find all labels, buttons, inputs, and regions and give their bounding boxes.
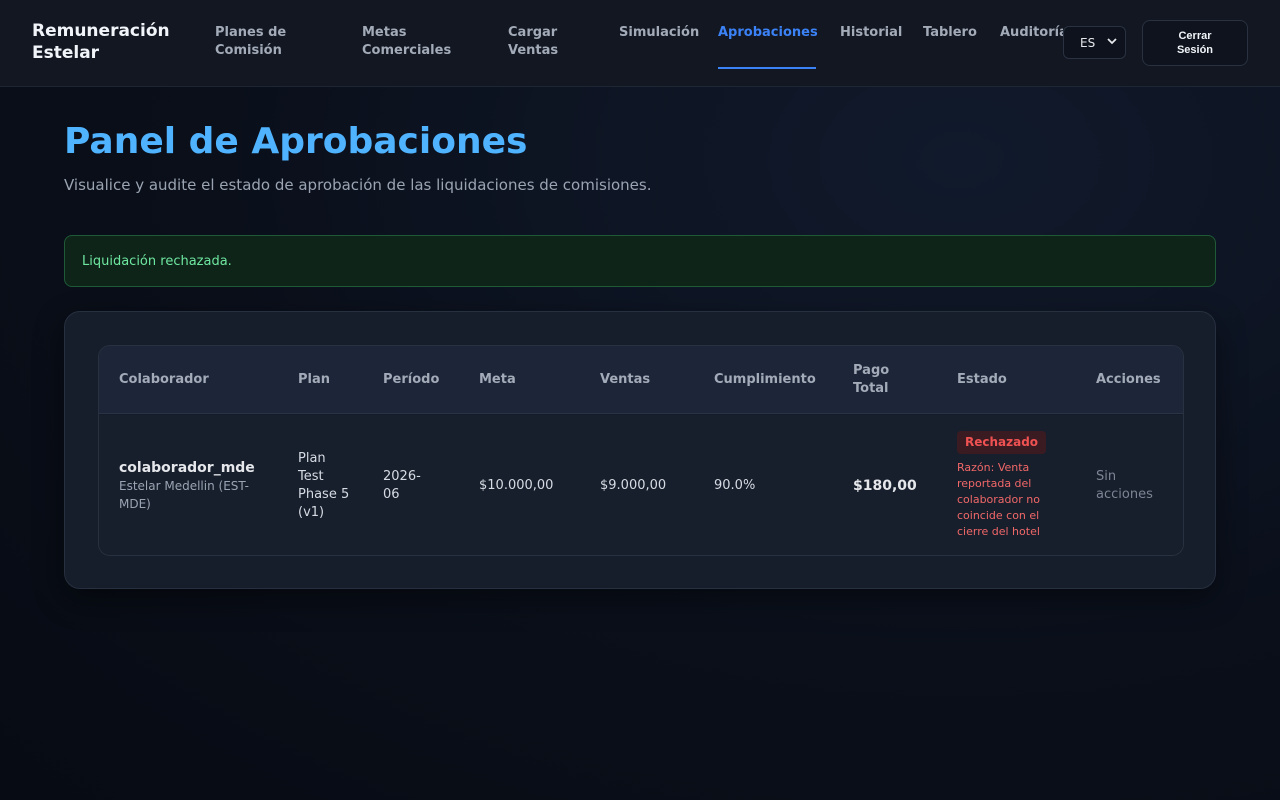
nav-item-simulacion[interactable]: Simulación [619,24,699,42]
page-title: Panel de Aprobaciones [64,121,528,162]
alert-message: Liquidación rechazada. [82,253,232,269]
nav-item-planes-comision[interactable]: Planes de Comisión [215,24,325,60]
nav-item-tablero[interactable]: Tablero [923,24,977,42]
header-attainment: Cumplimiento [714,372,816,387]
status-badge: Rechazado [957,431,1047,454]
approvals-table: Colaborador Plan Período Meta Ventas Cum… [98,345,1184,556]
table-header-row: Colaborador Plan Período Meta Ventas Cum… [99,346,1183,414]
collaborator-hotel: Estelar Medellin (EST-MDE) [119,479,249,511]
header-plan: Plan [298,372,331,387]
chevron-down-icon [1107,37,1117,48]
cell-target: $10.000,00 [479,478,554,493]
top-navbar: Remuneración Estelar Planes de Comisión … [0,0,1280,87]
table-row: colaborador_mde Estelar Medellin (EST-MD… [99,415,1183,555]
header-actions: Acciones [1096,372,1161,387]
language-select-value: ES [1080,35,1096,50]
logout-button[interactable]: Cerrar Sesión [1142,20,1248,66]
cell-actions: Sin acciones [1096,469,1153,502]
rejection-reason: Razón: Venta reportada del colaborador n… [957,461,1040,538]
header-payout: Pago Total [853,363,890,396]
header-period: Período [383,372,440,387]
nav-item-auditoria[interactable]: Auditoría [1000,24,1063,42]
approvals-card: Colaborador Plan Período Meta Ventas Cum… [64,311,1216,589]
cell-attainment: 90.0% [714,478,756,493]
header-status: Estado [957,372,1007,387]
active-nav-indicator [718,67,816,69]
header-target: Meta [479,372,516,387]
nav-item-metas-comerciales[interactable]: Metas Comerciales [362,24,462,60]
collaborator-username: colaborador_mde [119,460,255,476]
cell-plan: Plan Test Phase 5 (v1) [298,451,350,520]
cell-sales: $9.000,00 [600,478,667,493]
success-alert: Liquidación rechazada. [64,235,1216,287]
nav-item-aprobaciones[interactable]: Aprobaciones [718,24,818,42]
page-subtitle: Visualice y audite el estado de aprobaci… [64,176,652,194]
nav-item-historial[interactable]: Historial [840,24,902,42]
header-sales: Ventas [600,372,651,387]
header-collaborator: Colaborador [119,372,209,387]
language-select[interactable]: ES [1063,26,1126,59]
cell-collaborator: colaborador_mde Estelar Medellin (EST-MD… [119,459,269,513]
brand-logo-text[interactable]: Remuneración Estelar [32,20,182,64]
cell-payout: $180,00 [853,478,917,494]
cell-period: 2026-06 [383,469,421,502]
nav-item-cargar-ventas[interactable]: Cargar Ventas [508,24,578,60]
